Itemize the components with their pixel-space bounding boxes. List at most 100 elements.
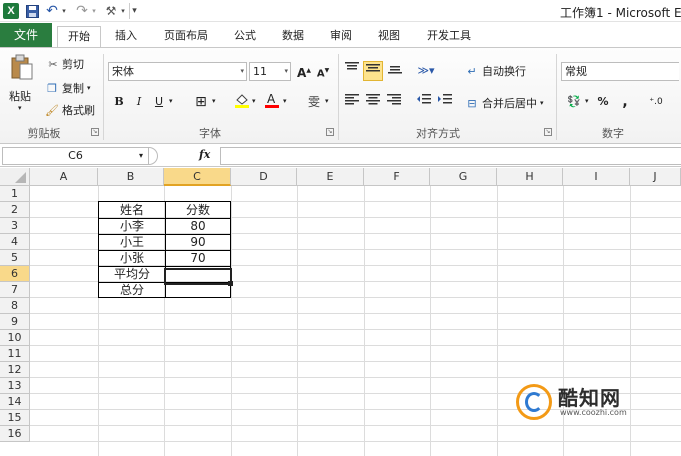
font-launcher-icon[interactable]: ↘	[326, 128, 334, 136]
font-size-select[interactable]: 11 ▾	[249, 62, 291, 81]
copy-dropdown-icon[interactable]: ▾	[87, 84, 91, 92]
cell-c2[interactable]: 分数	[166, 202, 230, 218]
name-box[interactable]: C6 ▾	[2, 147, 149, 165]
row-header-5[interactable]: 5	[0, 250, 30, 266]
number-format-select[interactable]: 常规	[561, 62, 679, 81]
undo-dropdown-icon[interactable]: ▾	[60, 3, 68, 19]
cell-b5[interactable]: 小张	[99, 250, 165, 266]
borders-icon[interactable]: ⊞	[192, 93, 210, 111]
paste-button[interactable]: 粘贴	[9, 88, 31, 104]
formula-bar-expander-icon[interactable]	[148, 147, 158, 165]
font-color-dropdown-icon[interactable]: ▾	[283, 97, 287, 105]
tab-insert[interactable]: 插入	[106, 26, 146, 48]
bold-button[interactable]: B	[110, 93, 128, 111]
align-top-icon[interactable]	[343, 62, 361, 80]
column-header-g[interactable]: G	[430, 168, 497, 186]
underline-button[interactable]: U	[150, 93, 168, 111]
align-bottom-icon[interactable]	[386, 62, 404, 80]
tab-home[interactable]: 开始	[57, 26, 101, 48]
shrink-font-button[interactable]: A▼	[314, 62, 332, 80]
percent-button[interactable]: %	[594, 93, 612, 111]
row-header-11[interactable]: 11	[0, 346, 30, 362]
currency-icon[interactable]: 💱	[563, 93, 585, 111]
decrease-indent-icon[interactable]	[415, 93, 433, 111]
cell-b4[interactable]: 小王	[99, 234, 165, 250]
tab-page-layout[interactable]: 页面布局	[156, 26, 216, 48]
copy-button[interactable]: ❐ 复制 ▾	[44, 80, 91, 96]
font-name-select[interactable]: 宋体 ▾	[108, 62, 247, 81]
row-header-3[interactable]: 3	[0, 218, 30, 234]
column-header-d[interactable]: D	[231, 168, 297, 186]
align-right-icon[interactable]	[385, 93, 403, 111]
cut-button[interactable]: ✂ 剪切	[46, 56, 84, 72]
row-header-14[interactable]: 14	[0, 394, 30, 410]
row-header-9[interactable]: 9	[0, 314, 30, 330]
alignment-launcher-icon[interactable]: ↘	[544, 128, 552, 136]
tab-formulas[interactable]: 公式	[226, 26, 264, 48]
tool-icon[interactable]: ⚒	[103, 3, 119, 19]
customize-quick-access-icon[interactable]: ▾	[129, 3, 139, 19]
cell-b3[interactable]: 小李	[99, 218, 165, 234]
paste-dropdown-icon[interactable]: ▾	[18, 104, 22, 112]
row-header-8[interactable]: 8	[0, 298, 30, 314]
comma-style-button[interactable]: ,	[616, 93, 634, 111]
tab-review[interactable]: 审阅	[322, 26, 360, 48]
clipboard-launcher-icon[interactable]: ↘	[91, 128, 99, 136]
cell-b2[interactable]: 姓名	[99, 202, 165, 218]
phonetic-dropdown-icon[interactable]: ▾	[325, 97, 329, 105]
underline-dropdown-icon[interactable]: ▾	[169, 97, 173, 105]
tab-view[interactable]: 视图	[370, 26, 408, 48]
italic-button[interactable]: I	[130, 93, 148, 111]
currency-dropdown-icon[interactable]: ▾	[585, 97, 589, 105]
increase-indent-icon[interactable]	[436, 93, 454, 111]
tab-developer[interactable]: 开发工具	[418, 26, 480, 48]
fill-color-dropdown-icon[interactable]: ▾	[252, 97, 256, 105]
cell-c4[interactable]: 90	[166, 234, 230, 250]
tool-dropdown-icon[interactable]: ▾	[119, 3, 127, 19]
row-header-6[interactable]: 6	[0, 266, 30, 282]
wrap-text-button[interactable]: ↵ 自动换行	[464, 63, 526, 79]
save-icon[interactable]	[24, 3, 40, 19]
cell-c3[interactable]: 80	[166, 218, 230, 234]
borders-dropdown-icon[interactable]: ▾	[212, 97, 216, 105]
format-painter-button[interactable]: 🖌 格式刷	[44, 102, 95, 118]
column-header-c[interactable]: C	[164, 168, 231, 186]
row-header-1[interactable]: 1	[0, 186, 30, 202]
redo-dropdown-icon[interactable]: ▾	[90, 3, 98, 19]
column-header-b[interactable]: B	[98, 168, 164, 186]
cell-b6[interactable]: 平均分	[99, 266, 165, 282]
merge-dropdown-icon[interactable]: ▾	[540, 99, 544, 107]
cell-c7[interactable]	[166, 282, 230, 298]
row-header-15[interactable]: 15	[0, 410, 30, 426]
cell-c6[interactable]	[166, 266, 230, 282]
redo-icon[interactable]: ↷	[74, 3, 90, 19]
undo-icon[interactable]: ↶	[44, 3, 60, 19]
merge-center-button[interactable]: ⊟ 合并后居中 ▾	[464, 95, 544, 111]
name-box-dropdown-icon[interactable]: ▾	[139, 148, 143, 164]
fill-handle[interactable]	[228, 281, 233, 286]
cell-c5[interactable]: 70	[166, 250, 230, 266]
row-header-2[interactable]: 2	[0, 202, 30, 218]
row-header-12[interactable]: 12	[0, 362, 30, 378]
column-header-h[interactable]: H	[497, 168, 563, 186]
row-header-7[interactable]: 7	[0, 282, 30, 298]
align-left-icon[interactable]	[343, 93, 361, 111]
column-header-a[interactable]: A	[30, 168, 98, 186]
row-header-16[interactable]: 16	[0, 426, 30, 442]
tab-data[interactable]: 数据	[274, 26, 312, 48]
column-header-e[interactable]: E	[297, 168, 364, 186]
row-header-4[interactable]: 4	[0, 234, 30, 250]
text-orientation-icon[interactable]: ≫▾	[414, 62, 438, 80]
row-header-10[interactable]: 10	[0, 330, 30, 346]
paste-icon[interactable]	[9, 54, 35, 82]
fill-color-icon[interactable]	[233, 92, 251, 110]
row-header-13[interactable]: 13	[0, 378, 30, 394]
cell-b7[interactable]: 总分	[99, 282, 165, 298]
font-color-icon[interactable]: A	[263, 91, 281, 109]
phonetic-guide-icon[interactable]: 雯	[303, 93, 325, 111]
insert-function-button[interactable]: fx	[199, 148, 210, 161]
column-header-i[interactable]: I	[563, 168, 630, 186]
tab-file[interactable]: 文件	[0, 23, 52, 48]
formula-input[interactable]	[220, 147, 681, 165]
align-middle-icon[interactable]	[363, 61, 383, 81]
